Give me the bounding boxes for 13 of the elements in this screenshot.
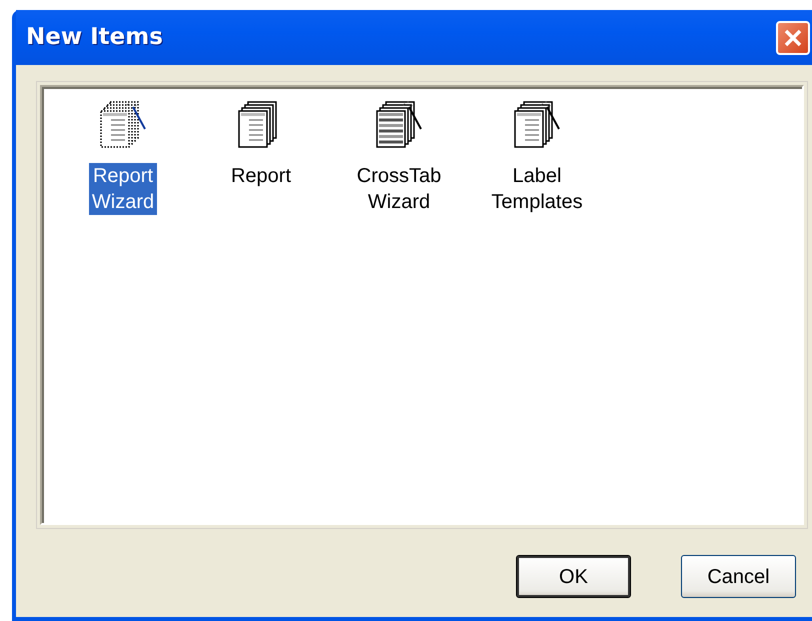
item-label: Label Templates <box>490 164 584 215</box>
item-tile[interactable]: Report <box>198 101 324 189</box>
item-tile[interactable]: CrossTab Wizard <box>336 101 462 215</box>
window-title: New Items <box>26 23 163 52</box>
dialog-button[interactable]: OK <box>516 555 631 598</box>
close-button[interactable] <box>776 20 810 54</box>
item-label: Report <box>230 164 292 189</box>
close-icon <box>783 28 803 48</box>
dialog-button[interactable]: Cancel <box>681 555 796 598</box>
item-label: Report Wizard <box>88 163 158 215</box>
item-tile[interactable]: Report Wizard <box>60 101 186 215</box>
item-label: CrossTab Wizard <box>356 164 442 215</box>
item-tile[interactable]: Label Templates <box>474 101 600 215</box>
